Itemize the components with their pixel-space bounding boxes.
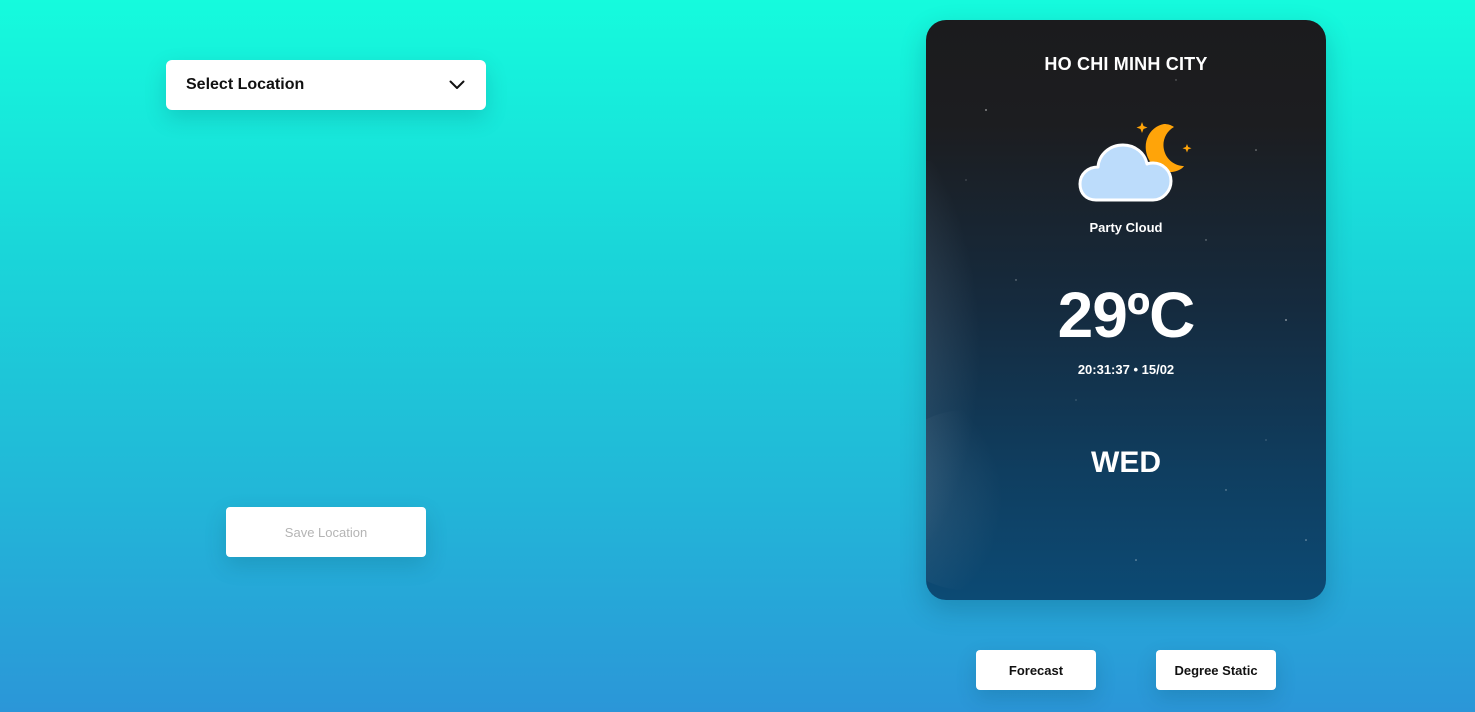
forecast-button[interactable]: Forecast	[976, 650, 1096, 690]
weekday: WED	[1091, 446, 1161, 479]
location-select-value: Select Location	[186, 76, 305, 93]
city-name: HO CHI MINH CITY	[1044, 54, 1208, 74]
weather-condition: Party Cloud	[1089, 220, 1163, 235]
location-select[interactable]: Select Location	[166, 60, 486, 110]
partly-cloudy-night-icon	[1078, 122, 1192, 202]
weather-card: HO CHI MINH CITY Party Cloud 29ºC 20:31:…	[926, 20, 1326, 600]
chevron-down-icon	[448, 76, 466, 94]
date-time: 20:31:37 • 15/02	[1077, 362, 1175, 377]
save-location-button[interactable]: Save Location	[226, 507, 426, 557]
degree-static-button[interactable]: Degree Static	[1156, 650, 1276, 690]
temperature: 29ºC	[1057, 279, 1196, 351]
